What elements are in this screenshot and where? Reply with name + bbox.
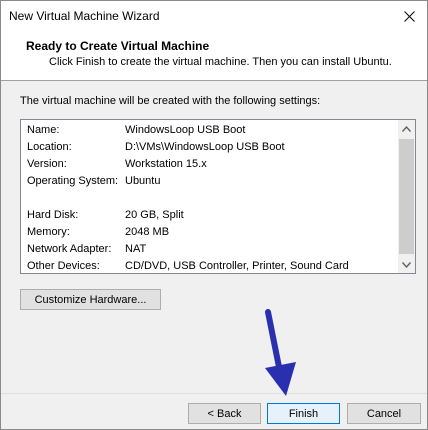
back-button[interactable]: < Back [188, 403, 261, 424]
list-item [27, 192, 397, 206]
setting-key: Name: [27, 124, 60, 136]
setting-value: WindowsLoop USB Boot [125, 124, 246, 136]
setting-key: Location: [27, 141, 72, 153]
page-subtitle: Click Finish to create the virtual machi… [49, 56, 392, 68]
scroll-up-button[interactable] [398, 120, 415, 137]
setting-key: Operating System: [27, 175, 119, 187]
setting-key: Version: [27, 158, 67, 170]
chevron-up-icon [402, 125, 411, 132]
window-title: New Virtual Machine Wizard [9, 9, 160, 23]
finish-button[interactable]: Finish [267, 403, 340, 424]
settings-intro: The virtual machine will be created with… [20, 95, 321, 107]
wizard-header: Ready to Create Virtual Machine Click Fi… [1, 31, 427, 81]
settings-list-content: Name: WindowsLoop USB Boot Location: D:\… [21, 120, 399, 273]
list-item: Other Devices: CD/DVD, USB Controller, P… [27, 260, 397, 273]
scrollbar-thumb[interactable] [399, 139, 414, 254]
wizard-window: New Virtual Machine Wizard Ready to Crea… [0, 0, 428, 430]
list-item: Hard Disk: 20 GB, Split [27, 209, 397, 223]
customize-hardware-button[interactable]: Customize Hardware... [20, 289, 161, 310]
setting-value: Workstation 15.x [125, 158, 207, 170]
setting-key: Other Devices: [27, 260, 100, 272]
list-item: Location: D:\VMs\WindowsLoop USB Boot [27, 141, 397, 155]
chevron-down-icon [402, 261, 411, 268]
settings-summary-list[interactable]: Name: WindowsLoop USB Boot Location: D:\… [20, 119, 416, 274]
title-bar: New Virtual Machine Wizard [1, 1, 427, 31]
list-item: Memory: 2048 MB [27, 226, 397, 240]
setting-key: Network Adapter: [27, 243, 112, 255]
setting-value: Ubuntu [125, 175, 161, 187]
list-item: Name: WindowsLoop USB Boot [27, 124, 397, 138]
setting-value: CD/DVD, USB Controller, Printer, Sound C… [125, 260, 349, 272]
list-item: Version: Workstation 15.x [27, 158, 397, 172]
cancel-button[interactable]: Cancel [347, 403, 421, 424]
vertical-scrollbar[interactable] [398, 120, 415, 273]
page-title: Ready to Create Virtual Machine [26, 39, 210, 53]
setting-value: D:\VMs\WindowsLoop USB Boot [125, 141, 285, 153]
list-item: Operating System: Ubuntu [27, 175, 397, 189]
setting-value: NAT [125, 243, 147, 255]
list-item: Network Adapter: NAT [27, 243, 397, 257]
scroll-down-button[interactable] [398, 256, 415, 273]
setting-value: 2048 MB [125, 226, 170, 238]
setting-key: Hard Disk: [27, 209, 79, 221]
setting-value: 20 GB, Split [125, 209, 184, 221]
setting-key: Memory: [27, 226, 70, 238]
footer-divider [1, 393, 427, 394]
close-button[interactable] [391, 1, 427, 31]
close-icon [403, 10, 415, 22]
